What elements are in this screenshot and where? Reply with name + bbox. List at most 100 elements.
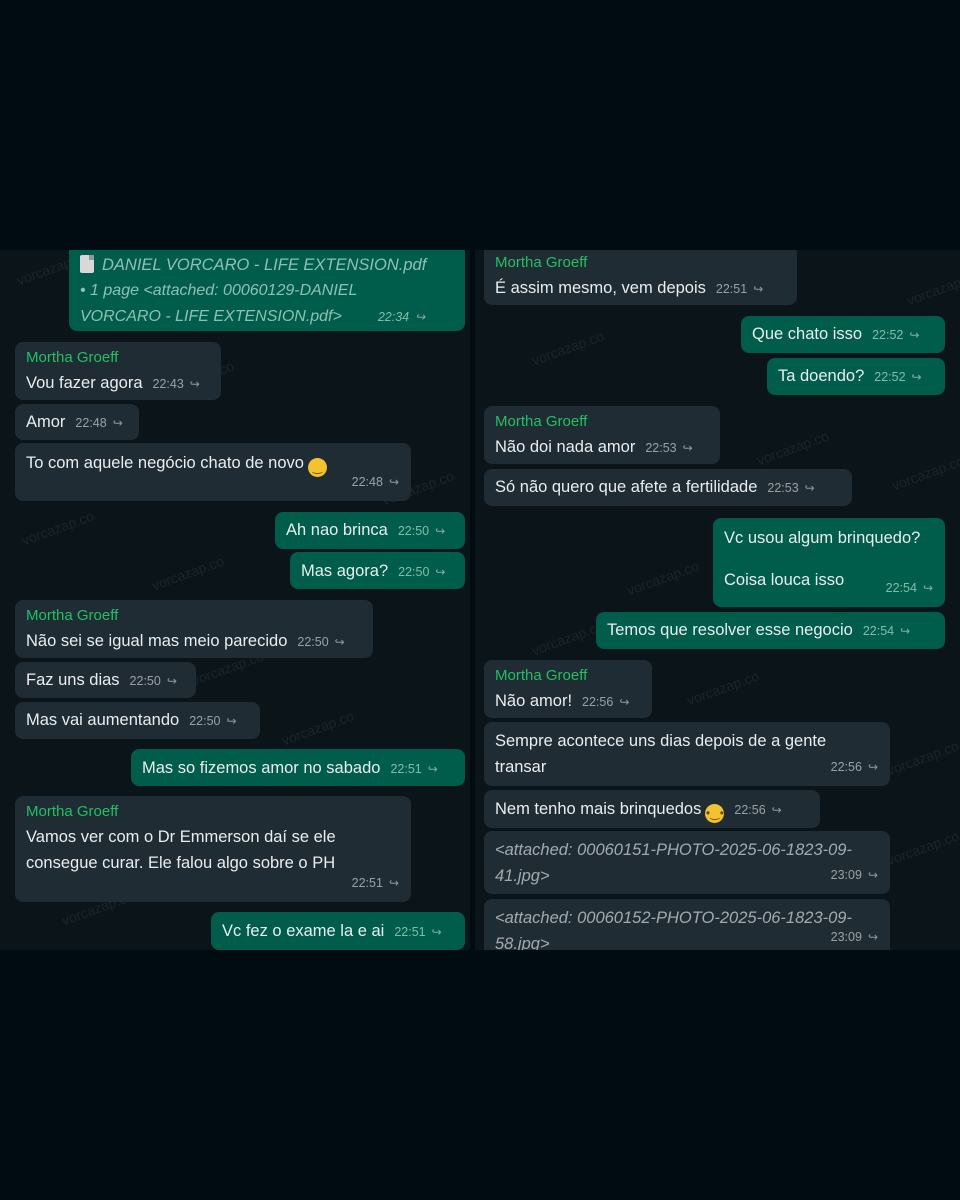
forward-arrow-icon[interactable]: ↪ [428, 762, 438, 776]
chat-panel-left: vorcazap.co vorcazap.co vorcazap.co vorc… [0, 250, 470, 950]
message-incoming[interactable]: Mortha Groeff Vou fazer agora 22:43 ↪ [15, 342, 221, 400]
message-text: Nem tenho mais brinquedos [495, 800, 702, 818]
forward-arrow-icon[interactable]: ↪ [912, 370, 922, 384]
message-incoming[interactable]: Nem tenho mais brinquedos •‿• 22:56 ↪ [484, 790, 820, 828]
message-time: 22:51 [394, 925, 426, 939]
message-time: 22:34 [377, 310, 410, 324]
forward-arrow-icon[interactable]: ↪ [923, 581, 933, 595]
forward-arrow-icon[interactable]: ↪ [389, 475, 399, 489]
forward-arrow-icon[interactable]: ↪ [226, 714, 236, 728]
pdf-file-icon [80, 255, 94, 273]
watermark: vorcazap.co [684, 667, 761, 709]
message-time: 22:48 [75, 416, 107, 430]
watermark: vorcazap.co [884, 737, 960, 779]
message-incoming[interactable]: Mas vai aumentando 22:50 ↪ [15, 702, 260, 739]
forward-arrow-icon[interactable]: ↪ [683, 441, 693, 455]
message-outgoing[interactable]: Ah nao brinca 22:50 ↪ [275, 512, 465, 549]
message-incoming[interactable]: Sempre acontece uns dias depois de a gen… [484, 722, 890, 786]
attachment-message[interactable]: <attached: 00060152-PHOTO-2025-06-1823-0… [484, 899, 890, 950]
message-text: Não doi nada amor [495, 438, 636, 456]
message-outgoing[interactable]: Vc fez o exame la e ai 22:51 ↪ [211, 912, 465, 950]
message-outgoing[interactable]: Ta doendo? 22:52 ↪ [767, 358, 945, 395]
message-text: Faz uns dias [26, 671, 120, 689]
sender-name: Mortha Groeff [26, 349, 119, 366]
message-time: 22:53 [645, 441, 677, 455]
message-incoming[interactable]: Mortha Groeff É assim mesmo, vem depois 2… [484, 250, 797, 305]
forward-arrow-icon[interactable]: ↪ [415, 310, 425, 324]
forward-arrow-icon[interactable]: ↪ [167, 674, 177, 688]
forward-arrow-icon[interactable]: ↪ [868, 760, 878, 774]
message-text: Só não quero que afete a fertilidade [495, 478, 758, 496]
watermark: vorcazap.co [889, 452, 960, 494]
message-time: 22:50 [297, 635, 329, 649]
message-time: 22:50 [398, 565, 430, 579]
forward-arrow-icon[interactable]: ↪ [435, 524, 445, 538]
message-text: Não amor! [495, 692, 573, 710]
watermark: vorcazap.co [624, 557, 701, 599]
message-outgoing[interactable]: Vc usou algum brinquedo? Coisa louca iss… [713, 518, 945, 607]
forward-arrow-icon[interactable]: ↪ [868, 930, 878, 944]
message-outgoing[interactable]: Que chato isso 22:52 ↪ [741, 316, 945, 353]
attachment-message[interactable]: <attached: 00060151-PHOTO-2025-06-1823-0… [484, 831, 890, 894]
message-time: 22:56 [582, 695, 614, 709]
pleading-face-emoji: •‿• [705, 804, 725, 823]
message-text: Não sei se igual mas meio parecido [26, 632, 288, 650]
message-text: Vc fez o exame la e ai [222, 922, 385, 940]
document-details: • 1 page <attached: 00060129-DANIEL [80, 282, 358, 299]
sender-name: Mortha Groeff [495, 254, 588, 271]
message-outgoing[interactable]: Mas so fizemos amor no sabado 22:51 ↪ [131, 749, 465, 786]
forward-arrow-icon[interactable]: ↪ [435, 565, 445, 579]
message-incoming[interactable]: Mortha Groeff Não doi nada amor 22:53 ↪ [484, 406, 720, 464]
message-time: 22:50 [397, 524, 430, 538]
chat-panel-right: vorcazap.co vorcazap.co vorcazap.co vorc… [475, 250, 960, 950]
message-time: 22:56 [734, 803, 766, 817]
watermark: vorcazap.co [904, 267, 960, 309]
message-incoming[interactable]: To com aquele negócio chato de novo ‿ 22:… [15, 443, 411, 501]
crying-face-emoji: ‿ [307, 458, 327, 477]
message-time: 22:43 [152, 377, 184, 391]
message-time: 22:51 [715, 282, 748, 296]
message-text: Sempre acontece uns dias depois de a gen… [495, 732, 827, 750]
forward-arrow-icon[interactable]: ↪ [432, 925, 442, 939]
message-time: 22:53 [767, 481, 799, 495]
message-outgoing[interactable]: Temos que resolver esse negocio 22:54 ↪ [596, 612, 945, 649]
watermark: vorcazap.co [754, 427, 831, 469]
forward-arrow-icon[interactable]: ↪ [619, 695, 629, 709]
forward-arrow-icon[interactable]: ↪ [190, 377, 200, 391]
message-incoming[interactable]: Mortha Groeff Vamos ver com o Dr Emmerso… [15, 796, 411, 902]
attachment-name: <attached: 00060151-PHOTO-2025-06-1823-0… [495, 841, 852, 859]
message-time: 22:54 [885, 581, 917, 595]
attachment-name: 41.jpg> [495, 867, 550, 885]
message-incoming[interactable]: Mortha Groeff Não sei se igual mas meio … [15, 600, 373, 658]
message-time: 23:09 [830, 868, 862, 882]
forward-arrow-icon[interactable]: ↪ [772, 803, 782, 817]
forward-arrow-icon[interactable]: ↪ [900, 624, 910, 638]
forward-arrow-icon[interactable]: ↪ [805, 481, 815, 495]
message-time: 22:52 [872, 328, 904, 342]
document-title: DANIEL VORCARO - LIFE EXTENSION.pdf [102, 256, 427, 274]
message-text: Vamos ver com o Dr Emmerson daí se ele [26, 828, 336, 846]
message-time: 22:51 [351, 876, 383, 890]
message-time: 22:51 [390, 762, 422, 776]
watermark: vorcazap.co [529, 617, 606, 659]
forward-arrow-icon[interactable]: ↪ [335, 635, 345, 649]
forward-arrow-icon[interactable]: ↪ [753, 282, 763, 296]
attachment-name: <attached: 00060152-PHOTO-2025-06-1823-0… [495, 909, 852, 927]
forward-arrow-icon[interactable]: ↪ [389, 876, 399, 890]
message-incoming[interactable]: Amor 22:48 ↪ [15, 404, 139, 440]
forward-arrow-icon[interactable]: ↪ [909, 328, 919, 342]
message-text: Mas vai aumentando [26, 711, 180, 729]
message-outgoing[interactable]: Mas agora? 22:50 ↪ [290, 552, 465, 589]
document-message[interactable]: DANIEL VORCARO - LIFE EXTENSION.pdf • 1 … [69, 250, 465, 331]
forward-arrow-icon[interactable]: ↪ [113, 416, 123, 430]
message-time: 22:50 [189, 714, 221, 728]
forward-arrow-icon[interactable]: ↪ [868, 868, 878, 882]
message-incoming[interactable]: Faz uns dias 22:50 ↪ [15, 662, 196, 698]
message-incoming[interactable]: Mortha Groeff Não amor! 22:56 ↪ [484, 660, 652, 718]
message-time: 22:48 [351, 475, 383, 489]
message-incoming[interactable]: Só não quero que afete a fertilidade 22:5… [484, 469, 852, 506]
message-time: 22:52 [874, 370, 906, 384]
message-text: To com aquele negócio chato de novo [26, 454, 304, 472]
message-text: Vc usou algum brinquedo? [724, 529, 921, 547]
message-text: Que chato isso [752, 325, 863, 343]
